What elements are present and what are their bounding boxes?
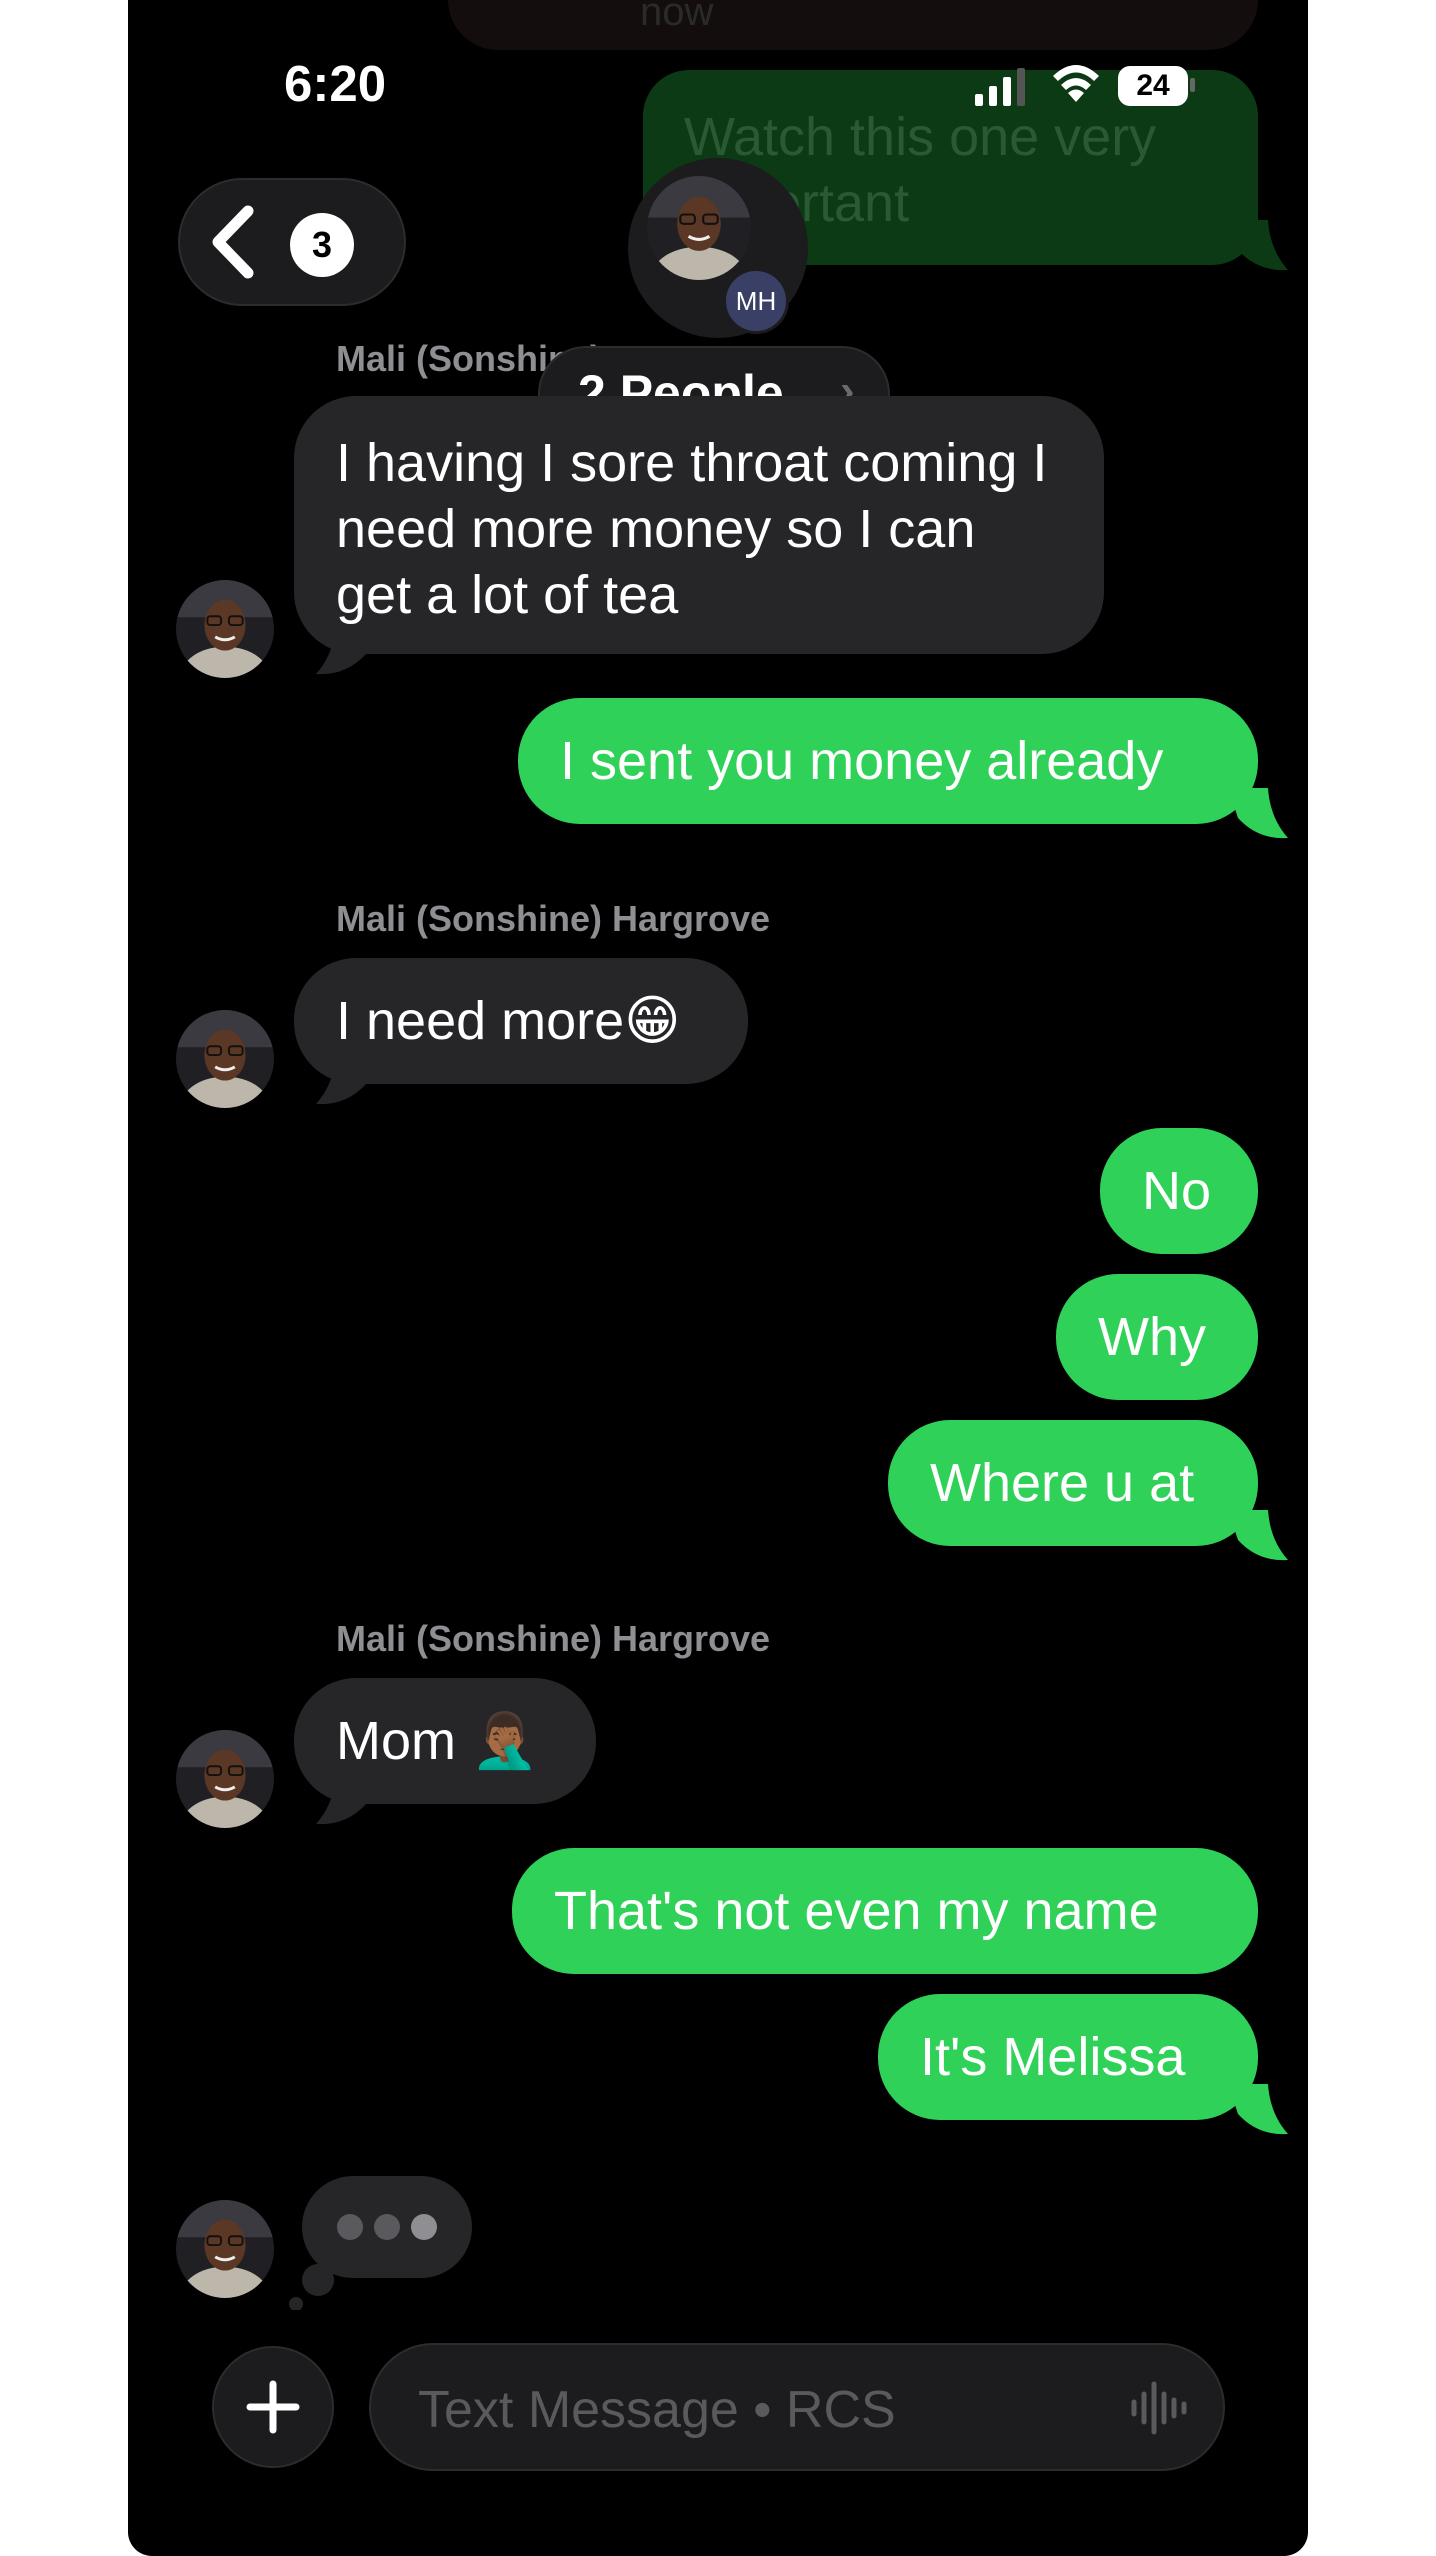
bubble-tail-icon (316, 624, 376, 675)
status-time: 6:20 (284, 55, 387, 112)
message-bubble-outgoing[interactable]: It's Melissa (878, 1994, 1258, 2120)
message-text: No (1142, 1161, 1212, 1221)
message-input-placeholder: Text Message • RCS (418, 2381, 896, 2439)
message-text: It's Melissa (920, 2027, 1186, 2087)
message-bubble-outgoing[interactable]: I sent you money already (518, 698, 1258, 824)
bubble-tail-icon (1228, 788, 1288, 839)
bubble-tail-icon (1228, 2084, 1288, 2135)
bubble-tail-icon (1228, 1510, 1288, 1561)
contact-avatar (176, 1010, 274, 1108)
message-text: Why (1098, 1307, 1206, 1367)
chevron-left-icon[interactable] (208, 205, 258, 279)
message-bubble-outgoing[interactable]: No (1100, 1128, 1258, 1254)
message-text: I sent you money already (560, 731, 1164, 791)
contact-avatar (176, 1730, 274, 1828)
contact-initials-avatar: MH (723, 268, 789, 334)
message-bubble-outgoing[interactable]: Why (1056, 1274, 1258, 1400)
battery-tip (1190, 78, 1195, 92)
faded-message-bubble (448, 0, 1258, 50)
contact-avatar (176, 580, 274, 678)
unread-count-badge: 3 (290, 213, 354, 277)
message-text: I need more😁 (336, 991, 681, 1051)
messages-screen: now Watch this one very important 6:20 2… (128, 0, 1308, 2556)
faded-message-text: now (640, 0, 714, 34)
message-text: Mom 🤦🏾‍♂️ (336, 1711, 539, 1771)
plus-icon[interactable] (212, 2346, 334, 2468)
message-bubble-outgoing[interactable]: Where u at (888, 1420, 1258, 1546)
message-bubble-outgoing[interactable]: That's not even my name (512, 1848, 1258, 1974)
sender-name: Mali (Sonshine) Hargrove (336, 898, 771, 939)
message-text: I having I sore throat coming I need mor… (336, 433, 1048, 625)
wifi-icon (1053, 65, 1099, 102)
bubble-tail-icon (316, 1054, 376, 1105)
message-bubble-incoming[interactable]: I having I sore throat coming I need mor… (294, 396, 1104, 654)
waveform-icon[interactable] (1128, 2380, 1188, 2436)
message-text: That's not even my name (554, 1881, 1159, 1941)
contact-photo-icon (647, 176, 751, 280)
message-text: Where u at (930, 1453, 1195, 1513)
sender-name: Mali (Sonshine) Hargrove (336, 1618, 771, 1659)
typing-indicator (289, 2176, 472, 2310)
battery-indicator: 24 (1118, 66, 1188, 106)
cellular-signal-icon (975, 68, 1025, 106)
bubble-tail-icon (316, 1774, 376, 1825)
contact-avatar (176, 2200, 274, 2298)
